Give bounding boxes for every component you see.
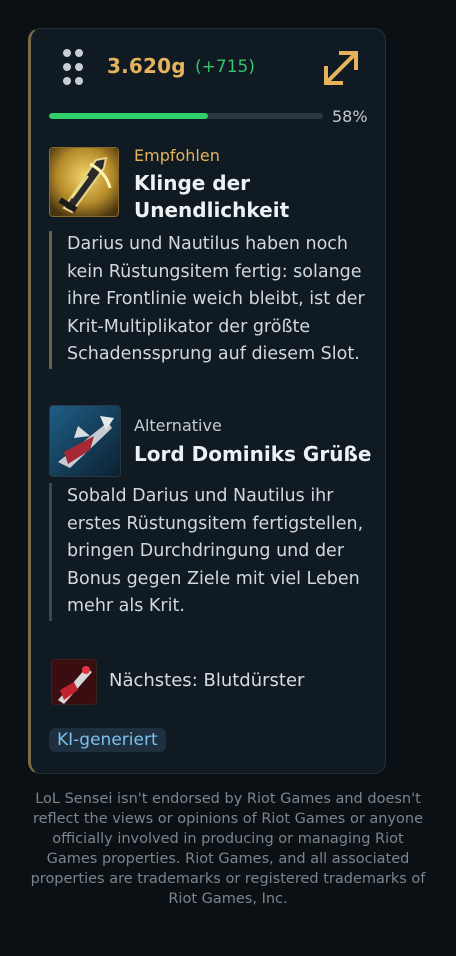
bloodthirster-item-icon — [51, 659, 97, 705]
recommended-item-name: Klinge der Unendlichkeit — [134, 171, 290, 222]
gold-amount: 3.620g — [107, 54, 186, 78]
ai-generated-badge: KI-generiert — [49, 728, 166, 752]
next-item-label: Nächstes: Blutdürster — [109, 670, 305, 691]
alternative-reason: Sobald Darius und Nautilus ihr erstes Rü… — [49, 483, 369, 621]
recommended-reason: Darius und Nautilus haben noch kein Rüst… — [49, 231, 369, 369]
legal-disclaimer: LoL Sensei isn't endorsed by Riot Games … — [30, 791, 426, 907]
gold-difference: (+715) — [195, 57, 255, 77]
progress-percent: 58% — [332, 107, 368, 126]
lord-dominiks-regards-item-icon — [49, 405, 121, 477]
gold-progress-fill — [49, 113, 208, 119]
infinity-edge-item-icon — [49, 147, 119, 217]
gold-progress-bar — [49, 113, 323, 119]
build-recommendation-card: 3.620g (+715) 58% Empfohlen Klinge der U… — [28, 28, 386, 774]
drag-handle-icon[interactable] — [63, 49, 87, 85]
recommended-kicker: Empfohlen — [134, 146, 220, 165]
expand-arrows-icon[interactable] — [319, 46, 363, 90]
alternative-item-name: Lord Dominiks Grüße — [134, 442, 372, 466]
alternative-kicker: Alternative — [134, 416, 222, 435]
